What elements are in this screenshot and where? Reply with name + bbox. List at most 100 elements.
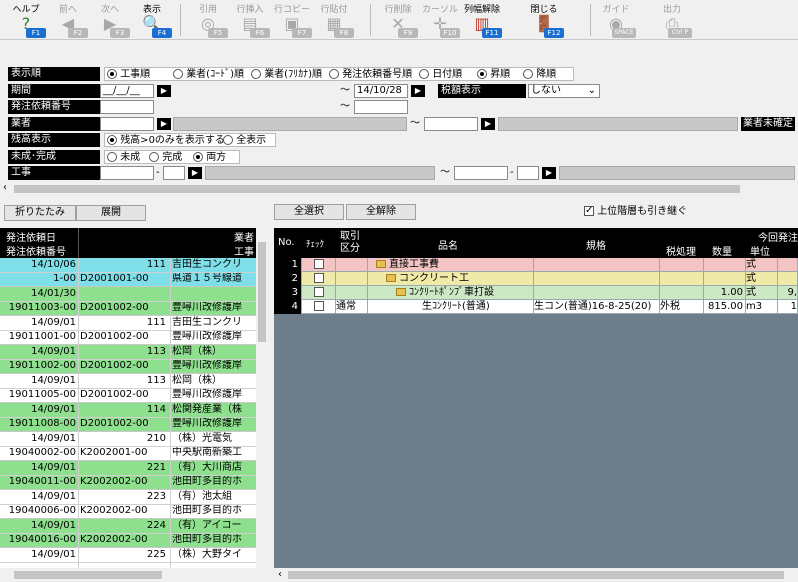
- toolbar-button-print[interactable]: 出力 ⎙ Ctrl P: [652, 0, 692, 40]
- project-label: 工事: [8, 166, 100, 180]
- toolbar: ヘルプ? F1 前へ ◀ F2 次へ ▶ F3 表示 🔍 F4 引用 ◎ F5 行挿入 ▤ F6 行コピー ▣ F7 行…: [0, 0, 798, 40]
- sort-option-vendor-code[interactable]: 業者(ｺｰﾄﾞ)順: [173, 68, 244, 82]
- project-from-branch-input[interactable]: [163, 166, 185, 180]
- sort-option-project[interactable]: 工事順: [107, 68, 150, 82]
- sort-option-vendor-kana[interactable]: 業者(ﾌﾘｶﾅ)順: [251, 68, 322, 82]
- expand-button[interactable]: 展開: [76, 205, 146, 221]
- project-to-branch-input[interactable]: [517, 166, 539, 180]
- period-to-picker-button[interactable]: ▶: [411, 85, 425, 97]
- toolbar-button-help[interactable]: ヘルプ? F1: [6, 0, 46, 40]
- order-row[interactable]: 14/10/06 111 吉田生コンクリ 1-00 D2001001-00 県道１５号線道: [0, 258, 256, 287]
- order-row[interactable]: 14/09/01 111 吉田生コンクリ 19011001-00 D2001002-00…: [0, 316, 256, 345]
- order-row[interactable]: 14/01/30 19011003-00 D2001002-00 豊噚川改修護岸: [0, 287, 256, 316]
- order-row[interactable]: 14/09/01 113 松岡（株） 19011002-00 D2001002-00 豊噚…: [0, 345, 256, 374]
- period-to-input[interactable]: 14/10/28: [354, 84, 408, 98]
- header-date: 発注依頼日: [6, 233, 56, 244]
- scroll-left-icon[interactable]: ‹: [278, 569, 282, 580]
- row-checkbox[interactable]: [302, 300, 336, 314]
- toolbar-button-arrow-right[interactable]: 次へ ▶ F3: [90, 0, 130, 40]
- header-order-no: 発注依頼番号: [6, 247, 66, 258]
- detail-row[interactable]: 2 コンクリート工 式: [274, 272, 798, 286]
- row-checkbox[interactable]: [302, 286, 336, 300]
- status-incomplete[interactable]: 未成: [107, 151, 140, 165]
- toolbar-button-door-close[interactable]: 閉じる 🚪 F12: [524, 0, 564, 40]
- detail-row[interactable]: 1 直接工事費 式: [274, 258, 798, 272]
- toolbar-button-copy-row[interactable]: 行コピー ▣ F7: [272, 0, 312, 40]
- vendor-unconfirmed-button[interactable]: 業者未確定: [741, 117, 795, 131]
- function-key-badge: F8: [334, 28, 354, 38]
- status-complete[interactable]: 完成: [149, 151, 182, 165]
- toolbar-button-cursor[interactable]: カーソル ✛ F10: [420, 0, 460, 40]
- toolbar-button-arrow-left[interactable]: 前へ ◀ F2: [48, 0, 88, 40]
- order-asc[interactable]: 昇順: [477, 68, 510, 82]
- balance-positive-only[interactable]: 残高>0のみを表示する: [107, 134, 225, 148]
- project-from-picker-button[interactable]: ▶: [188, 167, 202, 179]
- checkbox[interactable]: [313, 273, 324, 283]
- balance-show-all[interactable]: 全表示: [223, 134, 266, 148]
- detail-grid-hscrollbar[interactable]: ‹: [274, 568, 798, 582]
- status-both[interactable]: 両方: [193, 151, 226, 165]
- vendor-from-input[interactable]: [100, 117, 154, 131]
- vendor-to-picker-button[interactable]: ▶: [481, 118, 495, 130]
- order-row[interactable]: 14/09/01 223 （有）池太組 19040006-00 K2002002-00 池…: [0, 490, 256, 519]
- vendor-from-picker-button[interactable]: ▶: [157, 118, 171, 130]
- vendor-to-name: [498, 117, 738, 131]
- sort-option-date[interactable]: 日付順: [419, 68, 462, 82]
- order-row[interactable]: 14/09/01 225 （株）大野タイ: [0, 548, 256, 568]
- filter-scrollbar-thumb[interactable]: [14, 185, 740, 193]
- order-no-from-input[interactable]: [100, 100, 154, 114]
- checkbox[interactable]: [313, 259, 324, 269]
- order-row[interactable]: 14/09/01 221 （有）大川商店 19040011-00 K2002002-00…: [0, 461, 256, 490]
- order-desc[interactable]: 降順: [523, 68, 556, 82]
- toolbar-button-insert-row[interactable]: 行挿入 ▤ F6: [230, 0, 270, 40]
- item-name: 生ｺﾝｸﾘｰﾄ(普通): [368, 300, 534, 314]
- detail-grid-hscrollbar-thumb[interactable]: [288, 571, 784, 579]
- scroll-left-icon[interactable]: ‹: [3, 182, 7, 193]
- toolbar-button-paste-row[interactable]: 行貼付 ▦ F8: [314, 0, 354, 40]
- order-row[interactable]: 14/09/01 210 （株）光電気 19040002-00 K2002001-00 中…: [0, 432, 256, 461]
- toolbar-button-delete-row[interactable]: 行削除 ✕ F9: [378, 0, 418, 40]
- project-to-input[interactable]: [454, 166, 508, 180]
- order-row[interactable]: 14/09/01 113 松岡（株） 19011005-00 D2001002-00 豊噚…: [0, 374, 256, 403]
- project-from-input[interactable]: [100, 166, 154, 180]
- tax-select[interactable]: しない ⌄: [528, 84, 600, 98]
- item-name: 直接工事費: [368, 258, 534, 272]
- filter-scrollbar[interactable]: ‹: [0, 182, 798, 195]
- detail-row[interactable]: 4 通常 生ｺﾝｸﾘｰﾄ(普通) 生コン(普通)16-8-25(20) 外税 815.00…: [274, 300, 798, 314]
- project-code: D2001001-00: [80, 273, 149, 284]
- sort-option-order-no[interactable]: 発注依頼番号順: [329, 68, 412, 82]
- quantity: 815.00: [704, 300, 746, 314]
- order-row[interactable]: 14/09/01 224 （有）アイコー 19040016-00 K2002002-00…: [0, 519, 256, 548]
- detail-row[interactable]: 3 ｺﾝｸﾘｰﾄﾎﾟﾝﾌﾟ車打設 1.00 式 9,: [274, 286, 798, 300]
- balance-label: 残高表示: [8, 133, 100, 147]
- deselect-all-button[interactable]: 全解除: [346, 204, 416, 220]
- row-checkbox[interactable]: [302, 258, 336, 272]
- checkbox[interactable]: [313, 301, 324, 311]
- vendor-to-input[interactable]: [424, 117, 478, 131]
- function-key-badge: F9: [398, 28, 418, 38]
- order-list-vscrollbar-thumb[interactable]: [258, 242, 266, 342]
- unit: 式: [746, 286, 778, 300]
- period-from-picker-button[interactable]: ▶: [157, 85, 171, 97]
- vendor-name: 松岡（株）: [172, 375, 222, 386]
- toolbar-button-guide[interactable]: ガイド ◉ SPACE: [596, 0, 636, 40]
- toolbar-button-quote[interactable]: 引用 ◎ F5: [188, 0, 228, 40]
- select-all-button[interactable]: 全選択: [274, 204, 344, 220]
- order-list-vscrollbar[interactable]: [256, 228, 268, 568]
- project-to-picker-button[interactable]: ▶: [542, 167, 556, 179]
- tax-treatment: 外税: [660, 300, 704, 314]
- function-key-badge: F4: [152, 28, 172, 38]
- inherit-checkbox-box[interactable]: ✓: [584, 205, 594, 216]
- toolbar-button-column-width[interactable]: 列幅解除 ▥ F11: [462, 0, 502, 40]
- project-code: K2002002-00: [80, 534, 148, 545]
- order-list-hscrollbar[interactable]: [0, 568, 268, 582]
- inherit-checkbox[interactable]: ✓ 上位階層も引き継ぐ: [584, 205, 687, 219]
- period-from-input[interactable]: __/__/__: [100, 84, 154, 98]
- row-checkbox[interactable]: [302, 272, 336, 286]
- order-no-to-input[interactable]: [354, 100, 408, 114]
- order-list-hscrollbar-thumb[interactable]: [14, 571, 162, 579]
- collapse-button[interactable]: 折りたたみ: [4, 205, 76, 221]
- checkbox[interactable]: [313, 287, 324, 297]
- order-row[interactable]: 14/09/01 114 松関発産業（株 19011008-00 D2001002-00…: [0, 403, 256, 432]
- toolbar-button-magnifier[interactable]: 表示 🔍 F4: [132, 0, 172, 40]
